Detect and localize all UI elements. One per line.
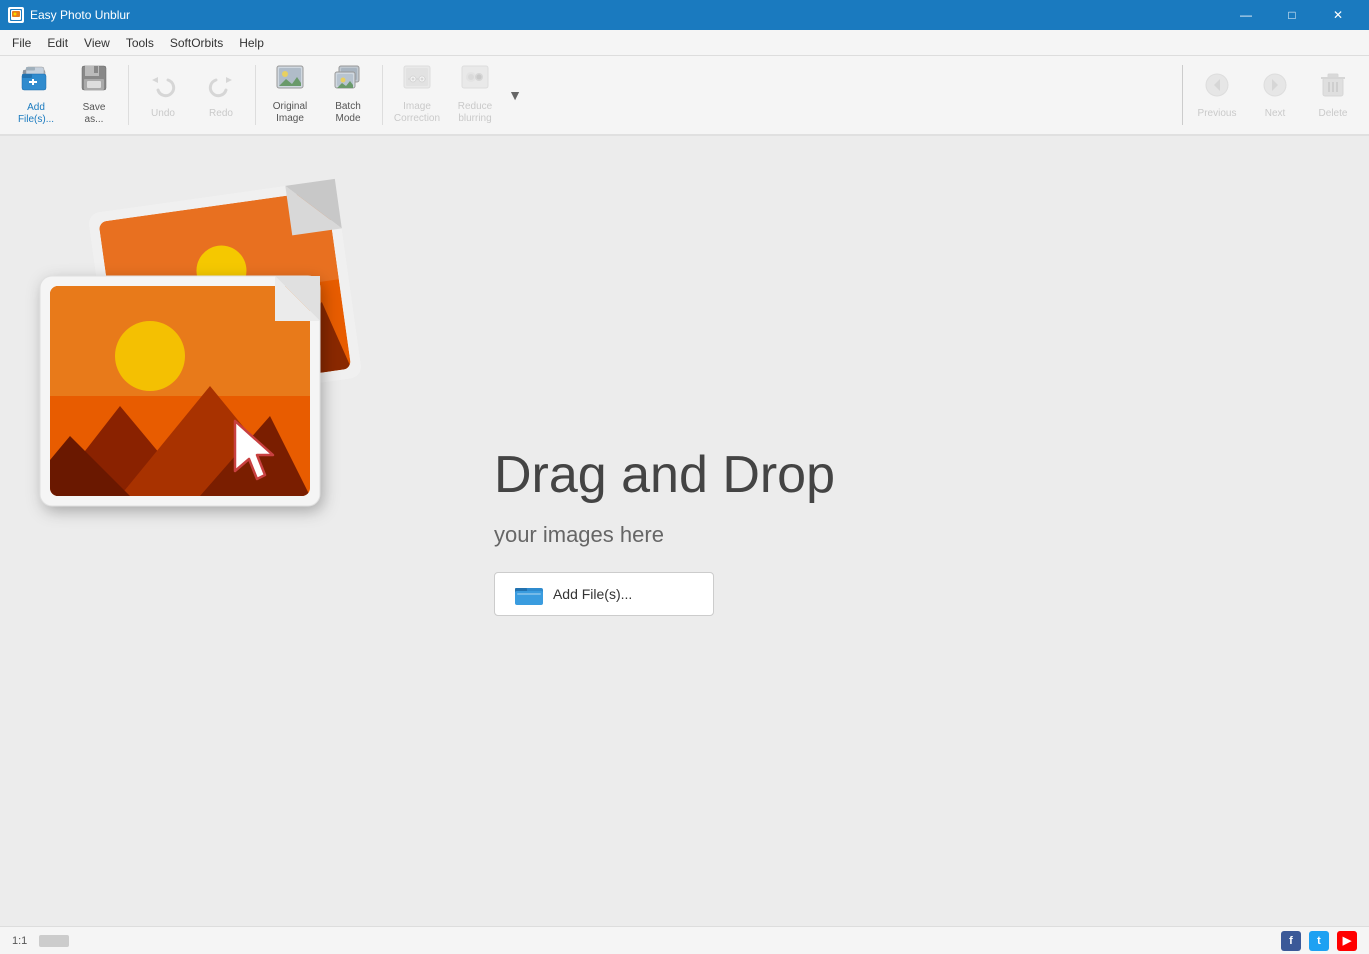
original-image-label: OriginalImage [273, 101, 307, 125]
correction-icon [403, 65, 431, 97]
drag-drop-subtitle: your images here [494, 522, 835, 548]
reduce-blurring-button[interactable]: Reduceblurring [447, 61, 503, 129]
delete-label: Delete [1319, 108, 1348, 119]
batch-mode-label: BatchMode [335, 101, 361, 125]
redo-icon [208, 72, 234, 104]
main-content: Drag and Drop your images here Add File(… [0, 136, 1369, 926]
undo-button[interactable]: Undo [135, 61, 191, 129]
menu-file[interactable]: File [4, 34, 39, 52]
toolbar-right: Previous Next De [1182, 61, 1361, 129]
drop-zone[interactable]: Drag and Drop your images here Add File(… [534, 446, 835, 616]
reduce-icon [461, 65, 489, 97]
menu-view[interactable]: View [76, 34, 118, 52]
close-button[interactable]: ✕ [1315, 0, 1361, 30]
title-bar-left: Easy Photo Unblur [8, 7, 130, 23]
batch-icon [334, 65, 362, 97]
app-icon [8, 7, 24, 23]
add-files-main-button[interactable]: Add File(s)... [494, 572, 714, 616]
original-image-button[interactable]: OriginalImage [262, 61, 318, 129]
title-bar: Easy Photo Unblur — □ ✕ [0, 0, 1369, 30]
toolbar: AddFile(s)... Saveas... Undo [0, 56, 1369, 136]
delete-icon [1321, 72, 1345, 104]
redo-label: Redo [209, 108, 233, 119]
separator-right [1182, 65, 1183, 125]
zoom-indicator [39, 935, 69, 947]
next-icon [1262, 72, 1288, 104]
batch-mode-button[interactable]: BatchMode [320, 61, 376, 129]
menu-softorbits[interactable]: SoftOrbits [162, 34, 231, 52]
facebook-button[interactable]: f [1281, 931, 1301, 951]
add-file-icon [21, 64, 51, 98]
window-controls: — □ ✕ [1223, 0, 1361, 30]
menu-tools[interactable]: Tools [118, 34, 162, 52]
separator-1 [128, 65, 129, 125]
drag-drop-illustration [10, 156, 390, 536]
separator-2 [255, 65, 256, 125]
drop-text-area: Drag and Drop your images here Add File(… [494, 446, 835, 616]
save-icon [80, 64, 108, 98]
image-correction-button[interactable]: ImageCorrection [389, 61, 445, 129]
folder-icon [515, 583, 543, 605]
status-left: 1:1 [12, 935, 69, 947]
maximize-button[interactable]: □ [1269, 0, 1315, 30]
separator-3 [382, 65, 383, 125]
add-files-label: AddFile(s)... [18, 102, 54, 126]
add-files-button[interactable]: AddFile(s)... [8, 61, 64, 129]
original-icon [276, 65, 304, 97]
window-title: Easy Photo Unblur [30, 8, 130, 22]
reduce-blurring-label: Reduceblurring [458, 101, 492, 125]
status-right: f t ▶ [1281, 931, 1357, 951]
undo-icon [150, 72, 176, 104]
next-label: Next [1265, 108, 1286, 119]
menu-edit[interactable]: Edit [39, 34, 76, 52]
minimize-button[interactable]: — [1223, 0, 1269, 30]
previous-button[interactable]: Previous [1189, 61, 1245, 129]
drag-drop-title: Drag and Drop [494, 446, 835, 506]
zoom-level: 1:1 [12, 935, 27, 947]
redo-button[interactable]: Redo [193, 61, 249, 129]
delete-button[interactable]: Delete [1305, 61, 1361, 129]
prev-icon [1204, 72, 1230, 104]
youtube-button[interactable]: ▶ [1337, 931, 1357, 951]
menu-help[interactable]: Help [231, 34, 272, 52]
image-correction-label: ImageCorrection [394, 101, 440, 125]
previous-label: Previous [1198, 108, 1237, 119]
save-as-button[interactable]: Saveas... [66, 61, 122, 129]
status-bar: 1:1 f t ▶ [0, 926, 1369, 954]
add-files-main-label: Add File(s)... [553, 586, 632, 602]
next-button[interactable]: Next [1247, 61, 1303, 129]
more-button[interactable]: ▼ [505, 61, 525, 129]
save-as-label: Saveas... [83, 102, 106, 126]
twitter-button[interactable]: t [1309, 931, 1329, 951]
undo-label: Undo [151, 108, 175, 119]
menu-bar: File Edit View Tools SoftOrbits Help [0, 30, 1369, 56]
